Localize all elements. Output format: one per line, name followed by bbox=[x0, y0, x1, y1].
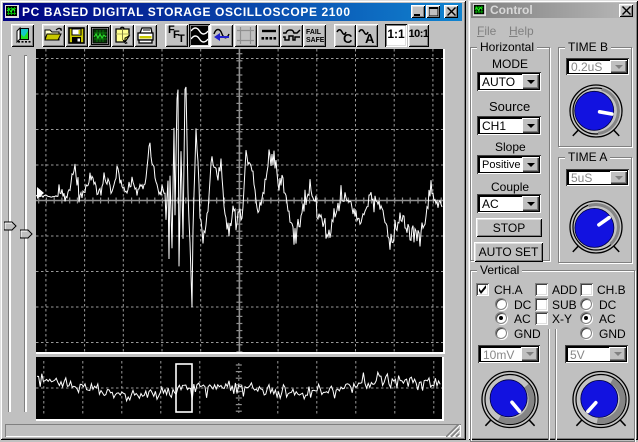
svg-text:A: A bbox=[365, 31, 375, 45]
svg-text:C: C bbox=[343, 31, 353, 45]
